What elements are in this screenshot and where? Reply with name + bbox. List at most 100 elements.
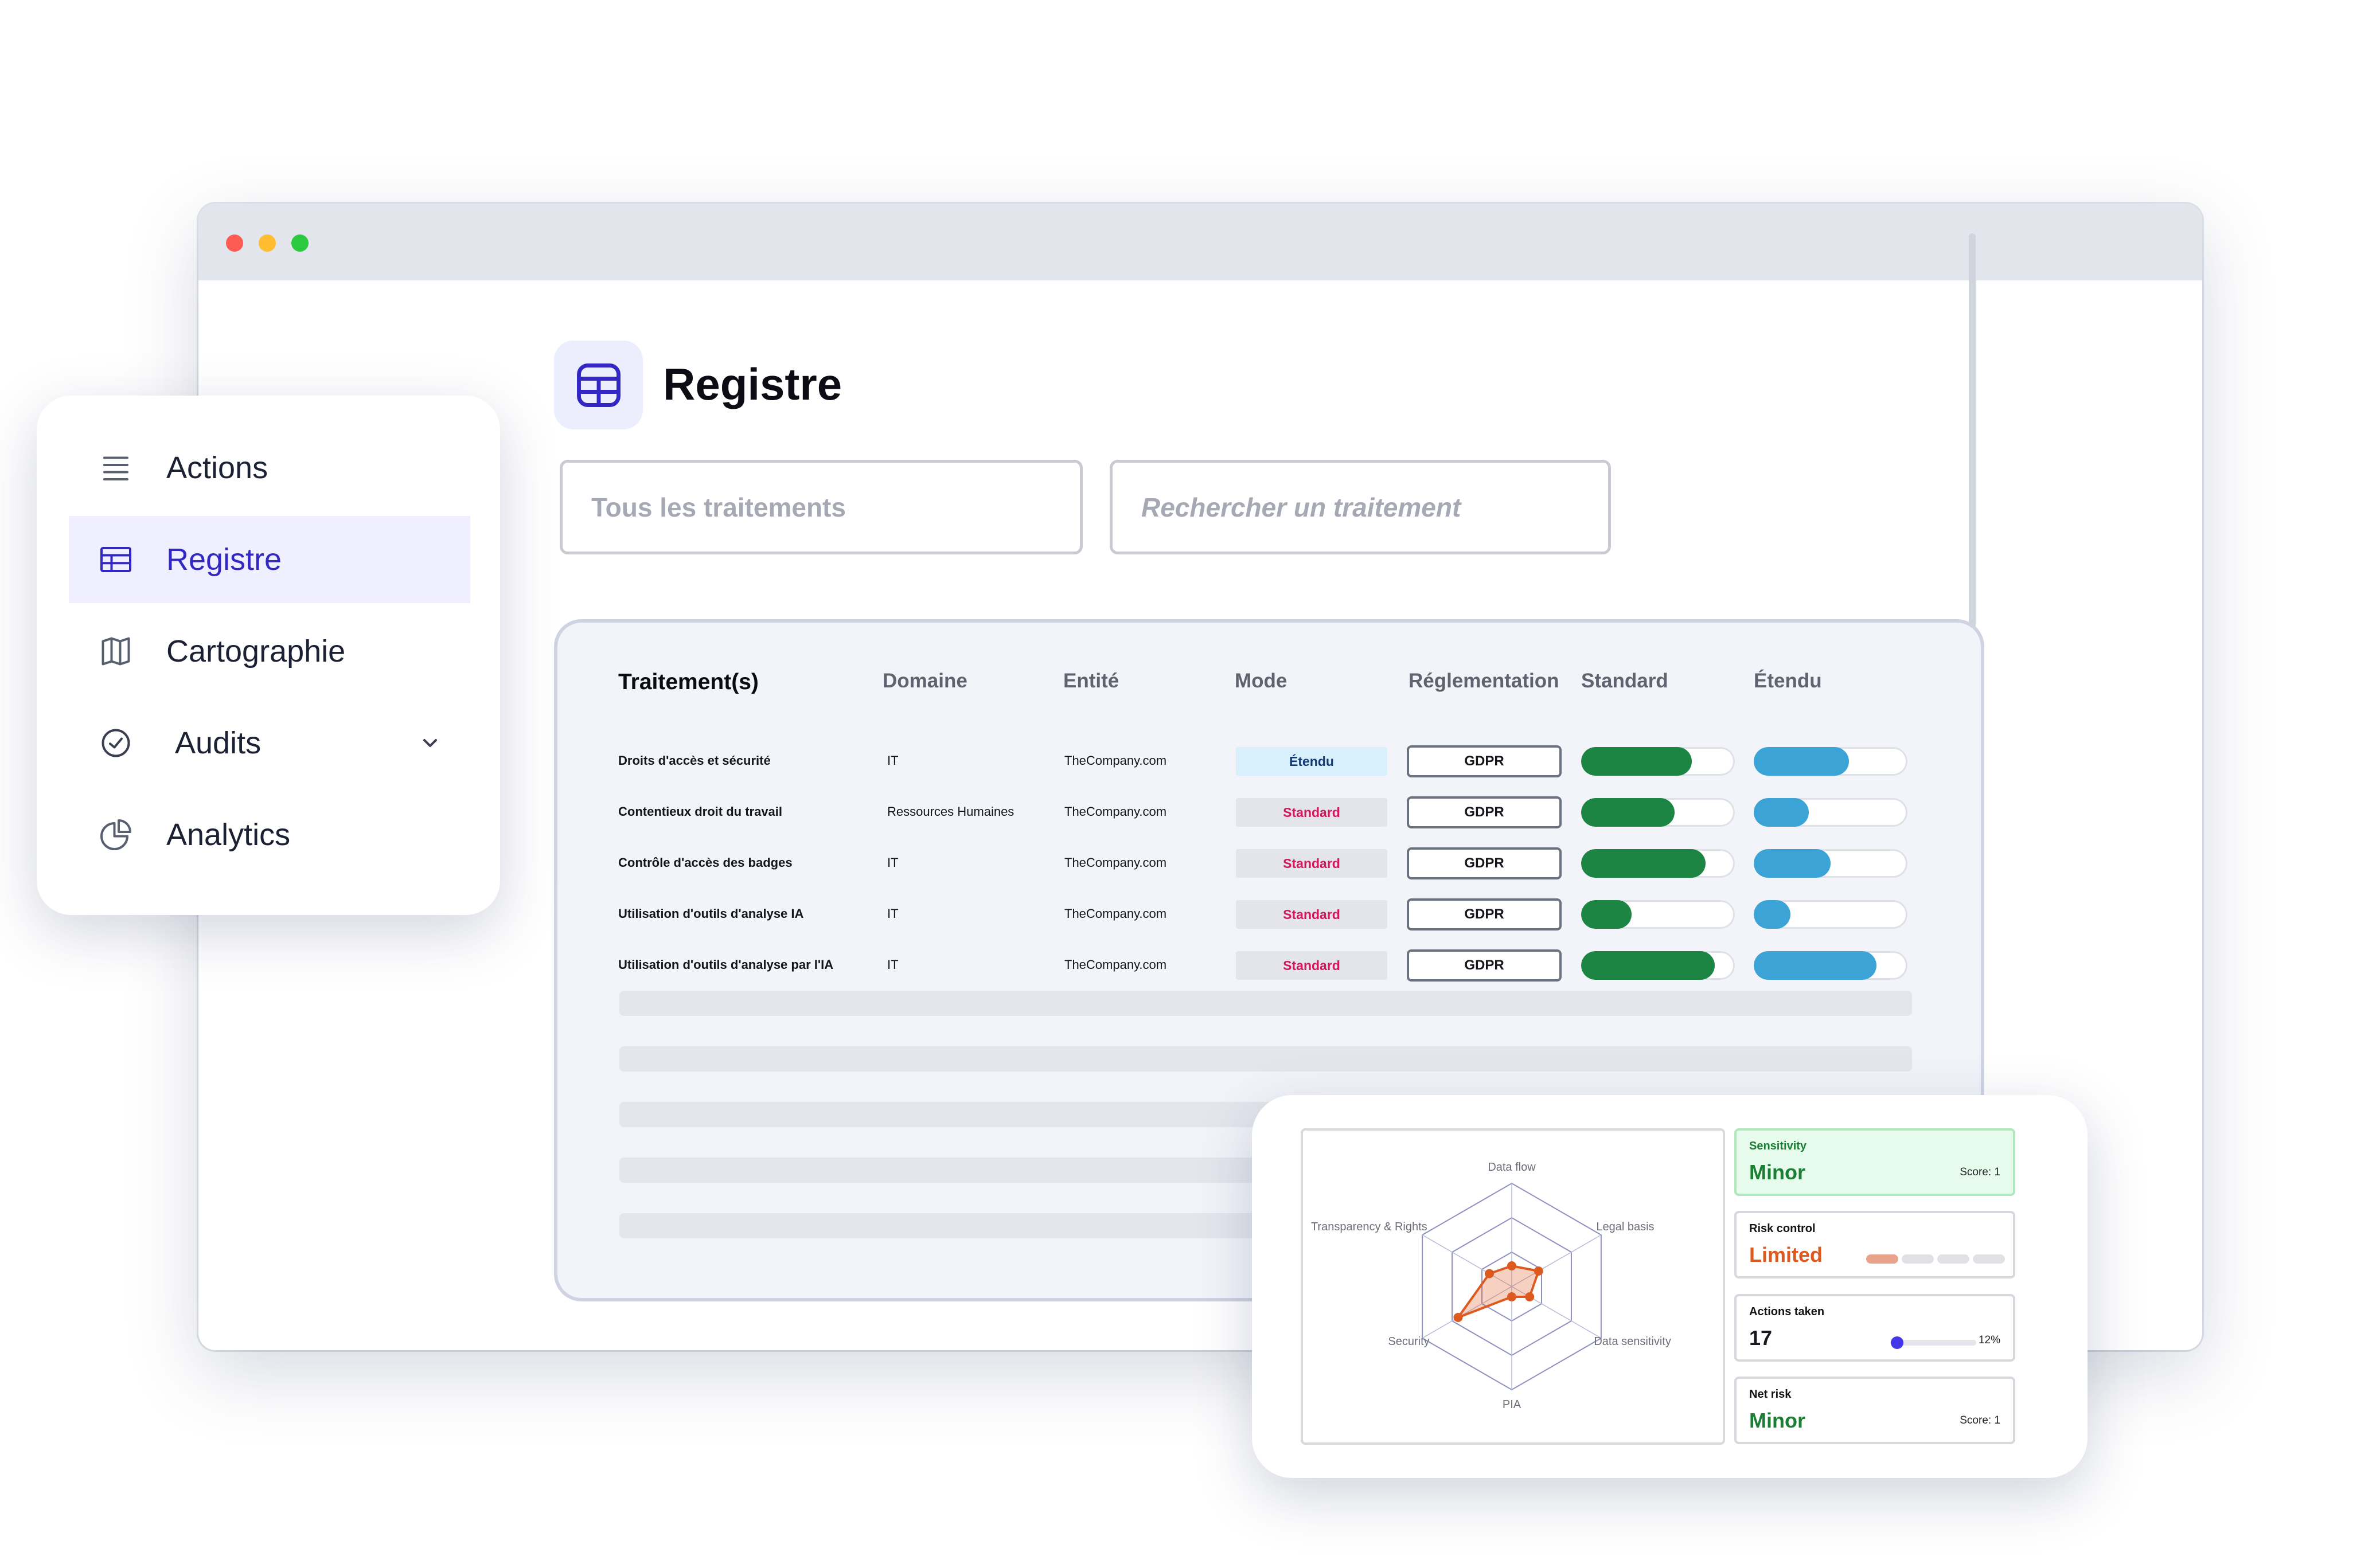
extended-progress-fill — [1754, 798, 1809, 827]
extended-progress-fill — [1754, 951, 1877, 980]
risk-control-segment — [1937, 1254, 1969, 1264]
regulation-badge: GDPR — [1407, 898, 1562, 930]
sidebar-item-label: Audits — [175, 726, 262, 760]
net-risk-card: Net risk Minor Score: 1 — [1734, 1377, 2015, 1444]
header-entity[interactable]: Entité — [1063, 670, 1119, 693]
standard-progress-bar — [1581, 798, 1735, 827]
standard-progress-bar — [1581, 747, 1735, 776]
extended-progress-bar — [1754, 747, 1907, 776]
radar-data-point — [1525, 1292, 1535, 1301]
extended-progress-fill — [1754, 747, 1850, 776]
sidebar-item-analytics[interactable]: Analytics — [69, 791, 470, 878]
row-entity: TheCompany.com — [1064, 906, 1167, 921]
minimize-window-button[interactable] — [259, 234, 276, 252]
regulation-badge: GDPR — [1407, 949, 1562, 982]
sensitivity-score: Score: 1 — [1960, 1166, 2000, 1178]
risk-control-segment — [1866, 1254, 1898, 1264]
row-entity: TheCompany.com — [1064, 753, 1167, 768]
radar-axis-label: Security — [1388, 1335, 1429, 1348]
check-badge-icon — [102, 729, 130, 757]
header-extended[interactable]: Étendu — [1754, 670, 1822, 693]
row-domain: IT — [887, 753, 899, 768]
extended-progress-bar — [1754, 900, 1907, 929]
sidebar-item-label: Registre — [166, 542, 282, 577]
row-domain: IT — [887, 957, 899, 972]
radar-axis-label: Legal basis — [1596, 1221, 1654, 1233]
radar-data-point — [1453, 1313, 1463, 1322]
actions-taken-percent: 12% — [1978, 1334, 2000, 1346]
row-domain: Ressources Humaines — [887, 804, 1015, 819]
header-standard[interactable]: Standard — [1581, 670, 1668, 693]
header-mode[interactable]: Mode — [1235, 670, 1287, 693]
risk-control-card: Risk control Limited — [1734, 1211, 2015, 1279]
row-domain: IT — [887, 855, 899, 870]
sidebar-item-label: Actions — [166, 451, 268, 485]
standard-progress-bar — [1581, 900, 1735, 929]
header-domain[interactable]: Domaine — [883, 670, 967, 693]
radar-data-point — [1534, 1266, 1543, 1276]
standard-progress-fill — [1581, 747, 1692, 776]
radar-axis-label: Data sensitivity — [1594, 1335, 1671, 1348]
radar-axis-label: Transparency & Rights — [1311, 1221, 1427, 1233]
list-icon — [103, 456, 128, 480]
row-name: Utilisation d'outils d'analyse par l'IA — [618, 957, 834, 972]
standard-progress-fill — [1581, 900, 1632, 929]
sidebar-item-registre[interactable]: Registre — [69, 516, 470, 603]
radar-data-point — [1485, 1269, 1495, 1279]
extended-progress-fill — [1754, 849, 1831, 878]
risk-control-segment — [1973, 1254, 2005, 1264]
mode-badge: Standard — [1236, 951, 1387, 980]
maximize-window-button[interactable] — [291, 234, 309, 252]
placeholder-row — [619, 991, 1912, 1016]
mode-badge: Standard — [1236, 900, 1387, 929]
chevron-down-icon[interactable] — [419, 732, 442, 754]
placeholder-row — [619, 1046, 1912, 1072]
row-entity: TheCompany.com — [1064, 804, 1167, 819]
actions-taken-card: Actions taken 17 12% — [1734, 1294, 2015, 1362]
header-regulation[interactable]: Réglementation — [1409, 670, 1559, 693]
extended-progress-bar — [1754, 849, 1907, 878]
sidebar-item-actions[interactable]: Actions — [69, 424, 470, 511]
radar-axis-label: Data flow — [1488, 1161, 1536, 1174]
window-titlebar — [198, 204, 2202, 280]
close-window-button[interactable] — [226, 234, 243, 252]
net-risk-score: Score: 1 — [1960, 1414, 2000, 1426]
extended-progress-bar — [1754, 951, 1907, 980]
actions-taken-value: 17 — [1749, 1326, 1773, 1350]
radar-series-area — [1457, 1265, 1540, 1319]
regulation-badge: GDPR — [1407, 745, 1562, 777]
radar-chart-svg: Data flow Legal basis Data sensitivity PIA S… — [1311, 1161, 1671, 1411]
header-processing[interactable]: Traitement(s) — [618, 670, 759, 695]
radar-axis-label: PIA — [1503, 1398, 1521, 1411]
sidebar-nav: Actions Registre Cartographie Audits Ana… — [37, 396, 500, 915]
standard-progress-bar — [1581, 849, 1735, 878]
actions-taken-title: Actions taken — [1749, 1305, 1825, 1318]
radar-data-point — [1507, 1261, 1516, 1270]
standard-progress-fill — [1581, 849, 1706, 878]
table-icon — [554, 341, 643, 429]
risk-radar-chart: Data flow Legal basis Data sensitivity PIA S… — [1301, 1128, 1725, 1445]
map-icon — [102, 637, 130, 666]
row-entity: TheCompany.com — [1064, 957, 1167, 972]
regulation-badge: GDPR — [1407, 796, 1562, 828]
sidebar-item-label: Analytics — [166, 818, 291, 852]
processing-filter-select[interactable]: Tous les traitements — [560, 460, 1083, 554]
row-entity: TheCompany.com — [1064, 855, 1167, 870]
sidebar-item-cartographie[interactable]: Cartographie — [69, 608, 470, 695]
row-name: Contentieux droit du travail — [618, 804, 783, 819]
mode-badge: Standard — [1236, 849, 1387, 878]
extended-progress-bar — [1754, 798, 1907, 827]
pie-chart-icon — [100, 819, 131, 850]
row-domain: IT — [887, 906, 899, 921]
regulation-badge: GDPR — [1407, 847, 1562, 879]
row-name: Contrôle d'accès des badges — [618, 855, 793, 870]
mode-badge: Standard — [1236, 798, 1387, 827]
net-risk-value: Minor — [1749, 1409, 1805, 1432]
standard-progress-fill — [1581, 798, 1675, 827]
mode-badge: Étendu — [1236, 747, 1387, 776]
sidebar-item-label: Cartographie — [166, 634, 346, 668]
risk-control-segment — [1902, 1254, 1934, 1264]
search-input[interactable] — [1110, 460, 1611, 554]
sidebar-item-audits[interactable]: Audits — [69, 699, 470, 787]
standard-progress-fill — [1581, 951, 1715, 980]
